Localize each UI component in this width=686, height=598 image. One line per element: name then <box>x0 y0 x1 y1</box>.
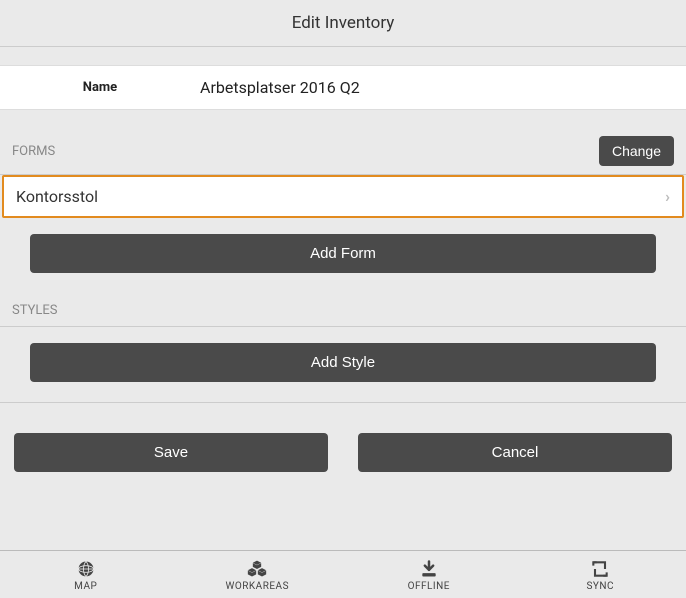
globe-icon <box>75 559 97 579</box>
forms-section-header: FORMS Change <box>0 110 686 175</box>
nav-sync[interactable]: SYNC <box>515 551 686 598</box>
nav-offline[interactable]: OFFLINE <box>343 551 515 598</box>
save-button[interactable]: Save <box>14 433 328 472</box>
nav-offline-label: OFFLINE <box>408 581 450 592</box>
nav-map-label: MAP <box>74 581 97 592</box>
nav-workareas-label: WORKAREAS <box>225 581 289 592</box>
bottom-nav: MAP WORKAREAS OFFLINE SYNC <box>0 550 686 598</box>
cubes-icon <box>246 559 268 579</box>
download-icon <box>418 559 440 579</box>
name-value: Arbetsplatser 2016 Q2 <box>200 78 360 97</box>
styles-section-header: STYLES <box>0 273 686 327</box>
chevron-right-icon: › <box>665 187 670 206</box>
action-row: Save Cancel <box>0 403 686 472</box>
styles-section-label: STYLES <box>12 303 58 318</box>
forms-section-label: FORMS <box>12 144 55 159</box>
nav-map[interactable]: MAP <box>0 551 172 598</box>
sync-icon <box>589 559 611 579</box>
form-item[interactable]: Kontorsstol › <box>2 175 684 218</box>
nav-workareas[interactable]: WORKAREAS <box>172 551 344 598</box>
name-label: Name <box>0 80 200 95</box>
change-button[interactable]: Change <box>599 136 674 166</box>
page-title: Edit Inventory <box>0 0 686 47</box>
add-style-button[interactable]: Add Style <box>30 343 656 382</box>
nav-sync-label: SYNC <box>586 581 614 592</box>
add-form-button[interactable]: Add Form <box>30 234 656 273</box>
form-item-label: Kontorsstol <box>16 187 98 206</box>
cancel-button[interactable]: Cancel <box>358 433 672 472</box>
name-row: Name Arbetsplatser 2016 Q2 <box>0 65 686 110</box>
